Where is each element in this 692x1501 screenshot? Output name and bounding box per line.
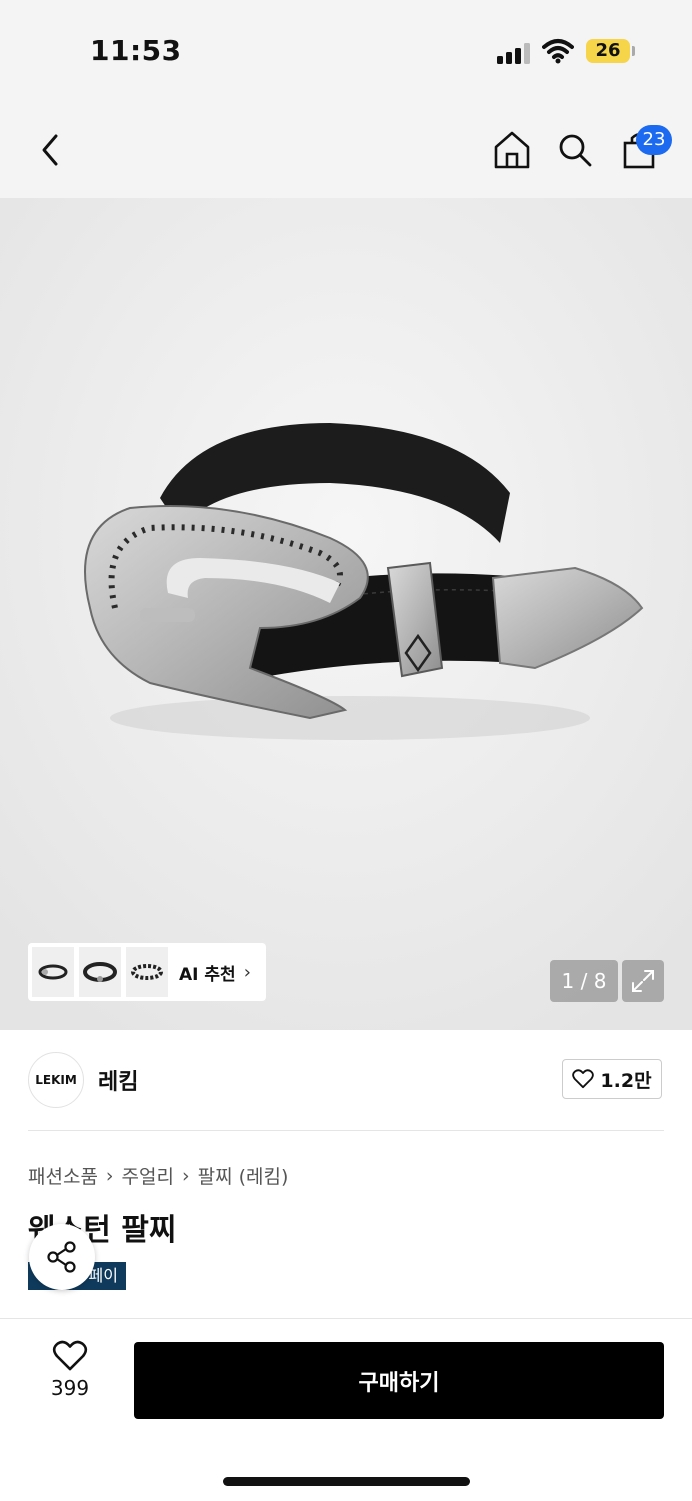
heart-icon (52, 1340, 88, 1371)
bracelet-thumb-icon (38, 964, 68, 980)
bracelet-thumb-icon (83, 962, 117, 982)
product-image-gallery[interactable] (0, 198, 692, 1030)
wishlist-count: 399 (50, 1376, 90, 1400)
cellular-signal-icon (497, 42, 533, 64)
home-indicator (223, 1477, 470, 1486)
battery-indicator: 26 (586, 39, 630, 63)
bracelet-thumb-icon (131, 964, 163, 980)
chevron-right-icon: › (181, 1164, 190, 1187)
thumbnail-2[interactable] (79, 947, 121, 997)
breadcrumb-item[interactable]: 패션소품 (28, 1162, 98, 1189)
home-button[interactable] (490, 128, 534, 172)
share-button[interactable] (29, 1224, 95, 1290)
breadcrumb: 패션소품 › 주얼리 › 팔찌 (레킴) (28, 1162, 288, 1189)
status-bar: 11:53 26 (0, 0, 692, 100)
brand-logo[interactable]: LEKIM (28, 1052, 84, 1108)
expand-image-button[interactable] (622, 960, 664, 1002)
chevron-left-icon (42, 134, 58, 166)
battery-cap-icon (632, 46, 635, 56)
brand-like-button[interactable]: 1.2만 (562, 1059, 662, 1099)
breadcrumb-item[interactable]: 주얼리 (122, 1162, 174, 1189)
status-time: 11:53 (90, 34, 182, 67)
wishlist-button[interactable]: 399 (30, 1340, 110, 1420)
brand-like-count: 1.2만 (600, 1069, 652, 1092)
thumbnail-3[interactable] (126, 947, 168, 997)
bracelet-product-image (0, 198, 692, 1030)
divider (28, 1130, 664, 1131)
brand-name[interactable]: 레킴 (98, 1064, 138, 1096)
buy-button[interactable]: 구매하기 (134, 1342, 664, 1419)
ai-recommend-label: AI 추천 (179, 964, 236, 985)
heart-icon (572, 1069, 595, 1089)
brand-row: LEKIM 레킴 1.2만 (0, 1030, 692, 1130)
expand-icon (632, 970, 654, 992)
search-button[interactable] (553, 128, 597, 172)
breadcrumb-item[interactable]: 팔찌 (레킴) (198, 1162, 289, 1189)
back-button[interactable] (30, 128, 70, 172)
thumbnail-1[interactable] (32, 947, 74, 997)
search-icon (559, 134, 592, 167)
home-icon (494, 131, 530, 169)
image-page-counter: 1 / 8 (550, 960, 618, 1002)
wifi-icon (542, 39, 574, 64)
ai-recommendation-strip[interactable]: AI 추천 › (28, 943, 266, 1001)
chevron-right-icon: › (105, 1164, 114, 1187)
share-icon (47, 1241, 76, 1273)
cart-count-badge: 23 (636, 125, 672, 155)
chevron-right-icon: › (243, 961, 251, 983)
